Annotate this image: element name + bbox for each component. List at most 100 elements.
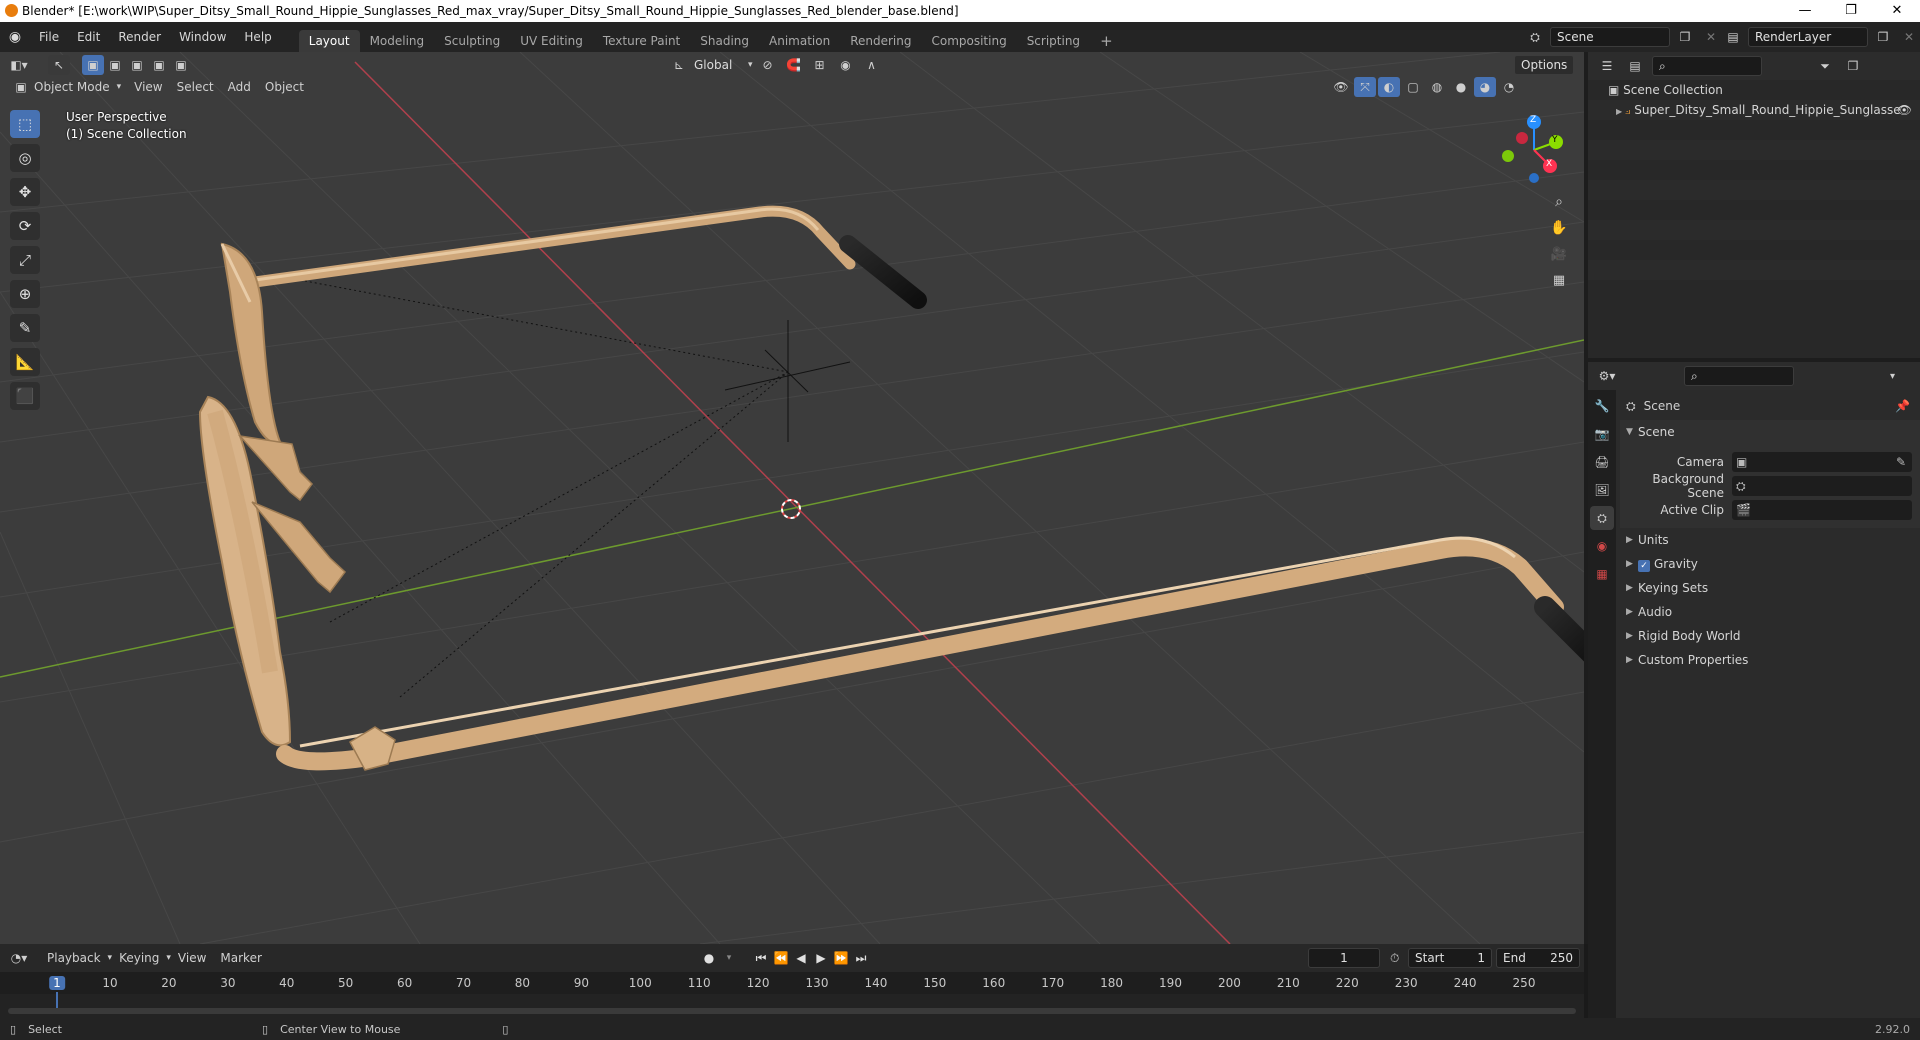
eyedropper-icon[interactable]: ✎ (1896, 455, 1906, 469)
new-renderlayer-icon[interactable]: ❐ (1872, 27, 1894, 47)
current-frame-field[interactable]: 1 (1308, 948, 1380, 968)
falloff-icon[interactable]: ∧ (861, 55, 883, 75)
rendered-shading-icon[interactable]: ◔ (1498, 77, 1520, 97)
annotate-tool[interactable]: ✎ (10, 314, 40, 342)
new-collection-icon[interactable]: ❐ (1842, 56, 1864, 76)
play-reverse-icon[interactable]: ◀ (792, 951, 810, 965)
add-cube-tool[interactable]: ⬛ (10, 382, 40, 410)
render-tab-icon[interactable]: 📷 (1590, 422, 1614, 446)
renderlayer-field[interactable]: RenderLayer (1748, 27, 1868, 47)
playhead[interactable] (56, 992, 58, 1008)
add-workspace-button[interactable]: + (1090, 30, 1123, 52)
proportional-edit-icon[interactable]: ◉ (835, 55, 857, 75)
panel-audio[interactable]: ▶ Audio (1620, 600, 1920, 624)
rotate-tool[interactable]: ⟳ (10, 212, 40, 240)
select-mode-icon[interactable]: ↖ (48, 55, 70, 75)
transform-tool[interactable]: ⊕ (10, 280, 40, 308)
end-frame-field[interactable]: End 250 (1496, 948, 1580, 968)
menu-view[interactable]: View (171, 947, 213, 969)
outliner-scene-collection[interactable]: ▣ Scene Collection (1588, 80, 1920, 100)
select-new-icon[interactable]: ▣ (82, 55, 104, 75)
chevron-down-icon[interactable]: ▾ (720, 953, 738, 963)
snap-icon[interactable]: 🧲 (783, 55, 805, 75)
navigation-gizmo[interactable]: Z Y X (1496, 112, 1572, 184)
overlay-toggle-icon[interactable]: ◐ (1378, 77, 1400, 97)
menu-playback[interactable]: Playback (40, 947, 108, 969)
select-subtract-icon[interactable]: ▣ (126, 55, 148, 75)
panel-units[interactable]: ▶ Units (1620, 528, 1920, 552)
3d-viewport[interactable]: User Perspective (1) Scene Collection Z … (0, 52, 1584, 944)
tool-tab-icon[interactable]: 🔧 (1590, 394, 1614, 418)
camera-view-icon[interactable]: 🎥 (1548, 244, 1570, 264)
panel-keying-sets[interactable]: ▶ Keying Sets (1620, 576, 1920, 600)
filter-icon[interactable]: ⏷ (1814, 56, 1836, 76)
clock-icon[interactable]: ⏱ (1390, 951, 1399, 966)
move-tool[interactable]: ✥ (10, 178, 40, 206)
eye-icon[interactable]: 👁 (1897, 100, 1912, 120)
measure-tool[interactable]: 📐 (10, 348, 40, 376)
panel-gravity[interactable]: ▶ ✓ Gravity (1620, 552, 1920, 576)
snap-target-icon[interactable]: ⊞ (809, 55, 831, 75)
editor-type-icon[interactable]: ◧▾ (8, 55, 30, 75)
menu-view[interactable]: View (127, 76, 169, 98)
panel-custom-properties[interactable]: ▶ Custom Properties (1620, 648, 1920, 672)
menu-edit[interactable]: Edit (68, 22, 109, 52)
prev-keyframe-icon[interactable]: ⏪ (772, 951, 790, 965)
panel-header-scene[interactable]: ▼ Scene (1620, 420, 1920, 444)
scene-icon[interactable]: ⛭ (1524, 27, 1546, 47)
properties-editor-icon[interactable]: ⚙▾ (1596, 366, 1618, 386)
select-intersect-icon[interactable]: ▣ (170, 55, 192, 75)
texture-tab-icon[interactable]: ▦ (1590, 562, 1614, 586)
outliner-search-input[interactable]: ⌕ (1652, 56, 1762, 76)
new-scene-icon[interactable]: ❐ (1674, 27, 1696, 47)
menu-marker[interactable]: Marker (213, 947, 268, 969)
background-scene-field[interactable]: ⛭ (1732, 476, 1912, 496)
scale-tool[interactable]: ⤢ (10, 246, 40, 274)
pan-hand-icon[interactable]: ✋ (1548, 218, 1570, 238)
display-mode-icon[interactable]: ▤ (1624, 56, 1646, 76)
outliner-item-object[interactable]: ▶ ⟓ Super_Ditsy_Small_Round_Hippie_Sungl… (1588, 100, 1920, 120)
expand-arrow-icon[interactable]: ▶ (1616, 107, 1625, 116)
timeline-editor-icon[interactable]: ◔▾ (8, 948, 30, 968)
chevron-down-icon[interactable]: ▾ (1890, 371, 1895, 382)
start-frame-field[interactable]: Start 1 (1408, 948, 1492, 968)
menu-object[interactable]: Object (258, 76, 311, 98)
xray-icon[interactable]: ▢ (1402, 77, 1424, 97)
gizmo-toggle-icon[interactable]: ⤧ (1354, 77, 1376, 97)
timeline-scrollbar[interactable] (8, 1008, 1576, 1014)
solid-shading-icon[interactable]: ● (1450, 77, 1472, 97)
menu-window[interactable]: Window (170, 22, 235, 52)
tab-uv-editing[interactable]: UV Editing (510, 30, 593, 52)
tab-compositing[interactable]: Compositing (921, 30, 1016, 52)
visibility-icon[interactable]: 👁 (1330, 77, 1352, 97)
ortho-grid-icon[interactable]: ▦ (1548, 270, 1570, 290)
select-invert-icon[interactable]: ▣ (148, 55, 170, 75)
tab-sculpting[interactable]: Sculpting (434, 30, 510, 52)
active-clip-field[interactable]: 🎬 (1732, 500, 1912, 520)
world-tab-icon[interactable]: ◉ (1590, 534, 1614, 558)
menu-file[interactable]: File (30, 22, 68, 52)
properties-search-input[interactable]: ⌕ (1684, 366, 1794, 386)
tab-layout[interactable]: Layout (298, 30, 360, 52)
record-icon[interactable]: ● (700, 951, 718, 965)
material-shading-icon[interactable]: ◕ (1474, 77, 1496, 97)
scene-tab-icon[interactable]: ⛭ (1590, 506, 1614, 530)
mode-dropdown[interactable]: Object Mode (32, 76, 117, 98)
minimize-button[interactable]: — (1782, 0, 1828, 22)
tab-shading[interactable]: Shading (690, 30, 759, 52)
renderlayer-icon[interactable]: ▤ (1722, 27, 1744, 47)
tab-scripting[interactable]: Scripting (1017, 30, 1090, 52)
outliner-editor-icon[interactable]: ☰ (1596, 56, 1618, 76)
close-button[interactable]: ✕ (1874, 0, 1920, 22)
pivot-icon[interactable]: ⊘ (757, 55, 779, 75)
menu-help[interactable]: Help (235, 22, 280, 52)
next-keyframe-icon[interactable]: ⏩ (832, 951, 850, 965)
tab-rendering[interactable]: Rendering (840, 30, 921, 52)
sunglasses-model[interactable] (198, 205, 1584, 771)
transform-orientation-dropdown[interactable]: Global (694, 58, 744, 72)
options-dropdown[interactable]: Options (1514, 55, 1575, 75)
gravity-checkbox[interactable]: ✓ (1638, 560, 1650, 572)
view-layer-tab-icon[interactable]: 🖼 (1590, 478, 1614, 502)
menu-select[interactable]: Select (170, 76, 221, 98)
tab-texture-paint[interactable]: Texture Paint (593, 30, 690, 52)
